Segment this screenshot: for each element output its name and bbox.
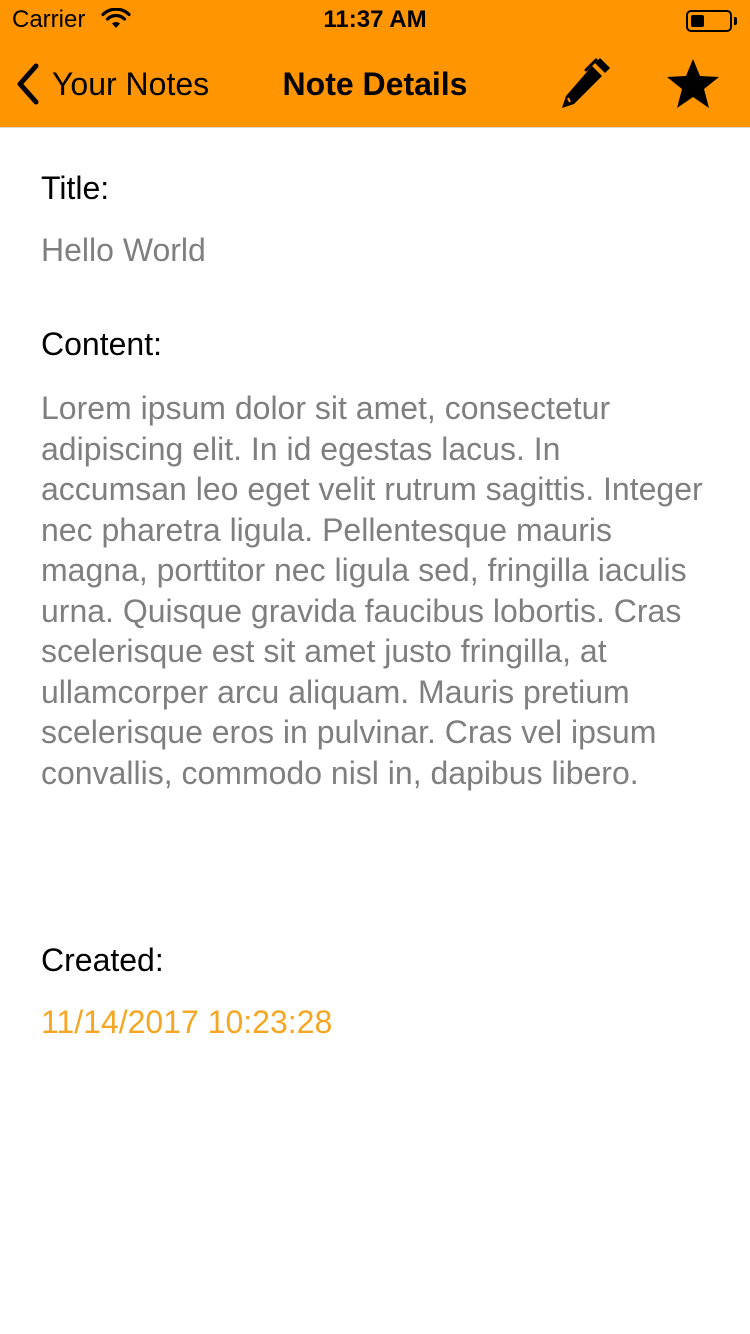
pencil-icon — [562, 58, 610, 108]
battery-icon — [686, 10, 732, 32]
star-icon — [667, 59, 719, 108]
back-button-label: Your Notes — [52, 66, 210, 102]
created-value: 11/14/2017 10:23:28 — [41, 1004, 333, 1040]
favorite-button[interactable] — [664, 56, 722, 112]
content-label: Content: — [41, 326, 162, 362]
navigation-bar: Your Notes Note Details — [0, 40, 750, 128]
battery-level — [691, 15, 704, 27]
title-label: Title: — [41, 170, 110, 206]
chevron-left-icon — [17, 63, 39, 105]
created-label: Created: — [41, 942, 164, 978]
title-value: Hello World — [41, 232, 206, 268]
page-title: Note Details — [282, 66, 468, 102]
status-bar: Carrier 11:37 AM — [0, 0, 750, 40]
content-value: Lorem ipsum dolor sit amet, consectetur … — [41, 390, 703, 791]
top-bar: Carrier 11:37 AM Your Notes Note Details — [0, 0, 750, 128]
battery-tip — [734, 17, 737, 25]
back-button[interactable]: Your Notes — [14, 60, 209, 108]
status-time: 11:37 AM — [323, 6, 427, 33]
edit-button[interactable] — [556, 56, 612, 112]
